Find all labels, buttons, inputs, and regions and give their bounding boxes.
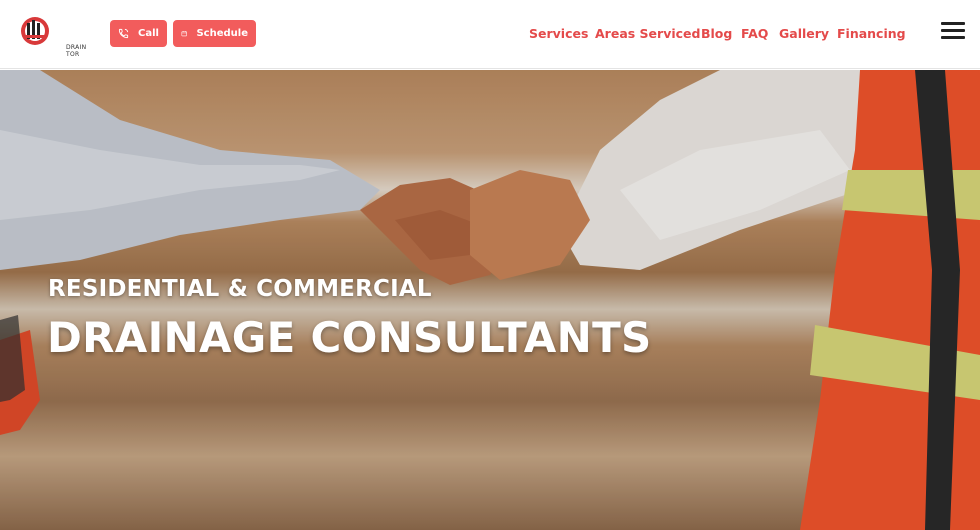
logo-text: DRAIN TOR <box>66 44 86 58</box>
nav-blog[interactable]: Blog <box>701 26 732 41</box>
main-nav: Services Areas Serviced Blog FAQ Gallery… <box>0 24 980 44</box>
site-header: DRAIN TOR Call Schedule Services Areas S… <box>0 0 980 69</box>
nav-areas-serviced[interactable]: Areas Serviced <box>595 26 700 41</box>
nav-gallery[interactable]: Gallery <box>779 26 829 41</box>
hamburger-menu-icon[interactable] <box>941 22 965 40</box>
nav-faq[interactable]: FAQ <box>741 26 768 41</box>
nav-financing[interactable]: Financing <box>837 26 906 41</box>
logo-text-line2: TOR <box>66 51 80 58</box>
hero-banner: RESIDENTIAL & COMMERCIAL DRAINAGE CONSUL… <box>0 70 980 530</box>
hero-title: DRAINAGE CONSULTANTS <box>47 313 652 362</box>
nav-services[interactable]: Services <box>529 26 588 41</box>
hero-subtitle: RESIDENTIAL & COMMERCIAL <box>48 276 432 302</box>
logo-text-line1: DRAIN <box>66 44 87 51</box>
